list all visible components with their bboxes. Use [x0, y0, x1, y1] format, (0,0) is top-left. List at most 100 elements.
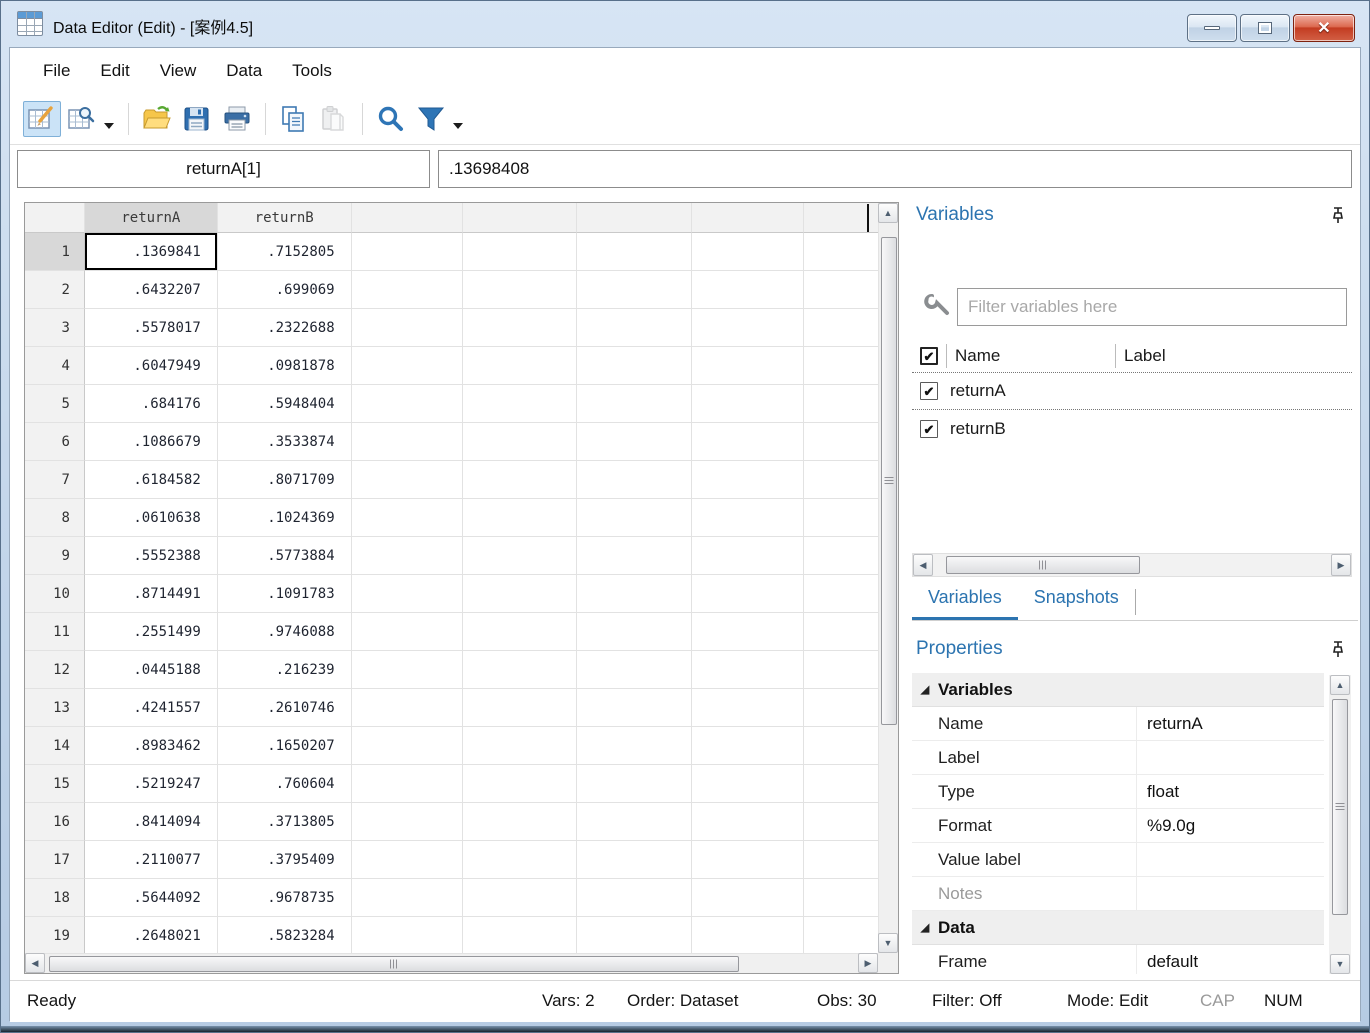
- grid-cell[interactable]: [463, 385, 578, 423]
- grid-cell[interactable]: .684176: [85, 385, 218, 423]
- properties-vertical-scrollbar[interactable]: ▲ ▼: [1329, 675, 1351, 974]
- grid-cell[interactable]: [804, 423, 879, 461]
- grid-cell[interactable]: [804, 651, 879, 689]
- grid-cell[interactable]: [692, 537, 804, 575]
- grid-cell[interactable]: [352, 385, 463, 423]
- grid-cell[interactable]: [577, 423, 692, 461]
- property-value[interactable]: returnA: [1137, 707, 1324, 740]
- grid-cell[interactable]: [692, 803, 804, 841]
- grid-cell[interactable]: .7152805: [218, 233, 352, 271]
- row-number[interactable]: 11: [25, 613, 85, 651]
- grid-cell[interactable]: .2610746: [218, 689, 352, 727]
- grid-cell[interactable]: [804, 461, 879, 499]
- grid-cell[interactable]: [577, 461, 692, 499]
- row-number[interactable]: 9: [25, 537, 85, 575]
- scroll-down-button[interactable]: ▼: [1330, 954, 1350, 974]
- property-section-data[interactable]: ◢Data: [912, 911, 1324, 945]
- print-button[interactable]: [218, 101, 256, 137]
- grid-cell[interactable]: [352, 575, 463, 613]
- grid-cell[interactable]: [463, 233, 578, 271]
- grid-cell[interactable]: .0445188: [85, 651, 218, 689]
- grid-cell[interactable]: [352, 499, 463, 537]
- scrollbar-thumb[interactable]: [881, 237, 897, 725]
- pin-icon[interactable]: [1330, 206, 1346, 224]
- grid-cell[interactable]: [352, 689, 463, 727]
- scroll-right-button[interactable]: ▶: [858, 953, 878, 973]
- grid-cell[interactable]: .5773884: [218, 537, 352, 575]
- data-editor-mode-button[interactable]: [23, 101, 61, 137]
- grid-cell[interactable]: [804, 689, 879, 727]
- scroll-right-button[interactable]: ▶: [1331, 554, 1351, 576]
- grid-cell[interactable]: [352, 347, 463, 385]
- grid-cell[interactable]: [352, 271, 463, 309]
- grid-cell[interactable]: [577, 689, 692, 727]
- row-number[interactable]: 4: [25, 347, 85, 385]
- grid-cell[interactable]: .1091783: [218, 575, 352, 613]
- grid-cell[interactable]: [577, 537, 692, 575]
- grid-cell[interactable]: [692, 233, 804, 271]
- grid-cell[interactable]: [804, 765, 879, 803]
- select-all-checkbox[interactable]: ✔: [920, 347, 938, 365]
- scrollbar-thumb[interactable]: [49, 956, 739, 972]
- grid-cell[interactable]: [804, 347, 879, 385]
- property-value[interactable]: %9.0g: [1137, 809, 1324, 842]
- grid-cell[interactable]: [352, 803, 463, 841]
- tab-snapshots[interactable]: Snapshots: [1018, 581, 1135, 620]
- grid-cell[interactable]: .4241557: [85, 689, 218, 727]
- properties-pin-icon[interactable]: [1330, 640, 1346, 658]
- grid-cell[interactable]: [692, 575, 804, 613]
- grid-cell[interactable]: .5552388: [85, 537, 218, 575]
- scroll-left-button[interactable]: ◀: [913, 554, 933, 576]
- row-number[interactable]: 10: [25, 575, 85, 613]
- grid-cell[interactable]: .8983462: [85, 727, 218, 765]
- grid-cell[interactable]: [692, 727, 804, 765]
- grid-cell[interactable]: .2322688: [218, 309, 352, 347]
- variables-horizontal-scrollbar[interactable]: ◀ ▶: [912, 553, 1352, 577]
- grid-cell[interactable]: [692, 689, 804, 727]
- grid-cell[interactable]: [692, 309, 804, 347]
- grid-cell[interactable]: [577, 917, 692, 954]
- grid-cell[interactable]: [804, 309, 879, 347]
- grid-cell[interactable]: .5644092: [85, 879, 218, 917]
- grid-cell[interactable]: [577, 841, 692, 879]
- row-number[interactable]: 2: [25, 271, 85, 309]
- grid-cell[interactable]: [352, 233, 463, 271]
- grid-cell[interactable]: .1024369: [218, 499, 352, 537]
- cell-value-box[interactable]: .13698408: [438, 150, 1352, 188]
- copy-button[interactable]: [275, 101, 313, 137]
- grid-cell[interactable]: [692, 385, 804, 423]
- row-number[interactable]: 12: [25, 651, 85, 689]
- grid-vertical-scrollbar[interactable]: ▲ ▼: [878, 203, 898, 953]
- data-browse-mode-button[interactable]: [63, 101, 101, 137]
- grid-cell[interactable]: .1369841: [85, 233, 218, 271]
- grid-cell[interactable]: [577, 271, 692, 309]
- label-column-header[interactable]: Label: [1124, 346, 1166, 366]
- grid-cell[interactable]: .216239: [218, 651, 352, 689]
- row-number[interactable]: 19: [25, 917, 85, 954]
- grid-cell[interactable]: [577, 803, 692, 841]
- grid-cell[interactable]: [692, 917, 804, 954]
- property-value[interactable]: float: [1137, 775, 1324, 808]
- grid-cell[interactable]: [692, 879, 804, 917]
- grid-cell[interactable]: .0981878: [218, 347, 352, 385]
- filter-dropdown-caret[interactable]: [453, 123, 463, 129]
- row-number[interactable]: 5: [25, 385, 85, 423]
- grid-cell[interactable]: .8071709: [218, 461, 352, 499]
- grid-cell[interactable]: [352, 309, 463, 347]
- grid-cell[interactable]: [463, 803, 578, 841]
- column-header-returnA[interactable]: returnA: [85, 203, 218, 233]
- grid-cell[interactable]: [804, 233, 879, 271]
- grid-cell[interactable]: [804, 575, 879, 613]
- grid-cell[interactable]: [692, 651, 804, 689]
- grid-cell[interactable]: [577, 385, 692, 423]
- row-number[interactable]: 3: [25, 309, 85, 347]
- save-button[interactable]: [178, 101, 216, 137]
- grid-cell[interactable]: .3795409: [218, 841, 352, 879]
- grid-cell[interactable]: [352, 879, 463, 917]
- grid-cell[interactable]: .3713805: [218, 803, 352, 841]
- grid-cell[interactable]: .5578017: [85, 309, 218, 347]
- grid-cell[interactable]: .760604: [218, 765, 352, 803]
- row-number[interactable]: 13: [25, 689, 85, 727]
- scroll-down-button[interactable]: ▼: [878, 933, 898, 953]
- row-number[interactable]: 7: [25, 461, 85, 499]
